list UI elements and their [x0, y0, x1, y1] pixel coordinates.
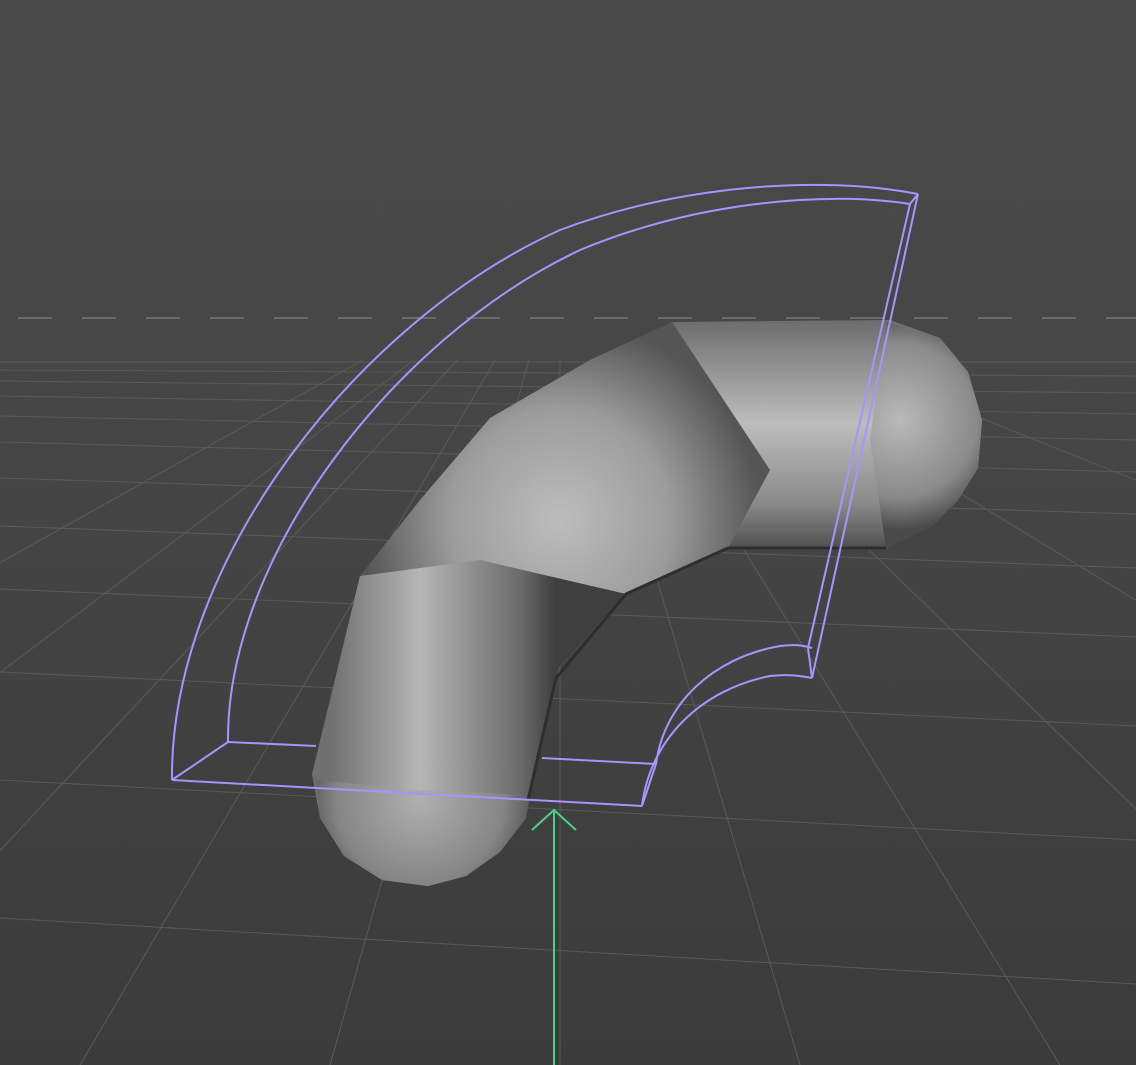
- 3d-viewport[interactable]: [0, 0, 1136, 1065]
- viewport-canvas[interactable]: [0, 0, 1136, 1065]
